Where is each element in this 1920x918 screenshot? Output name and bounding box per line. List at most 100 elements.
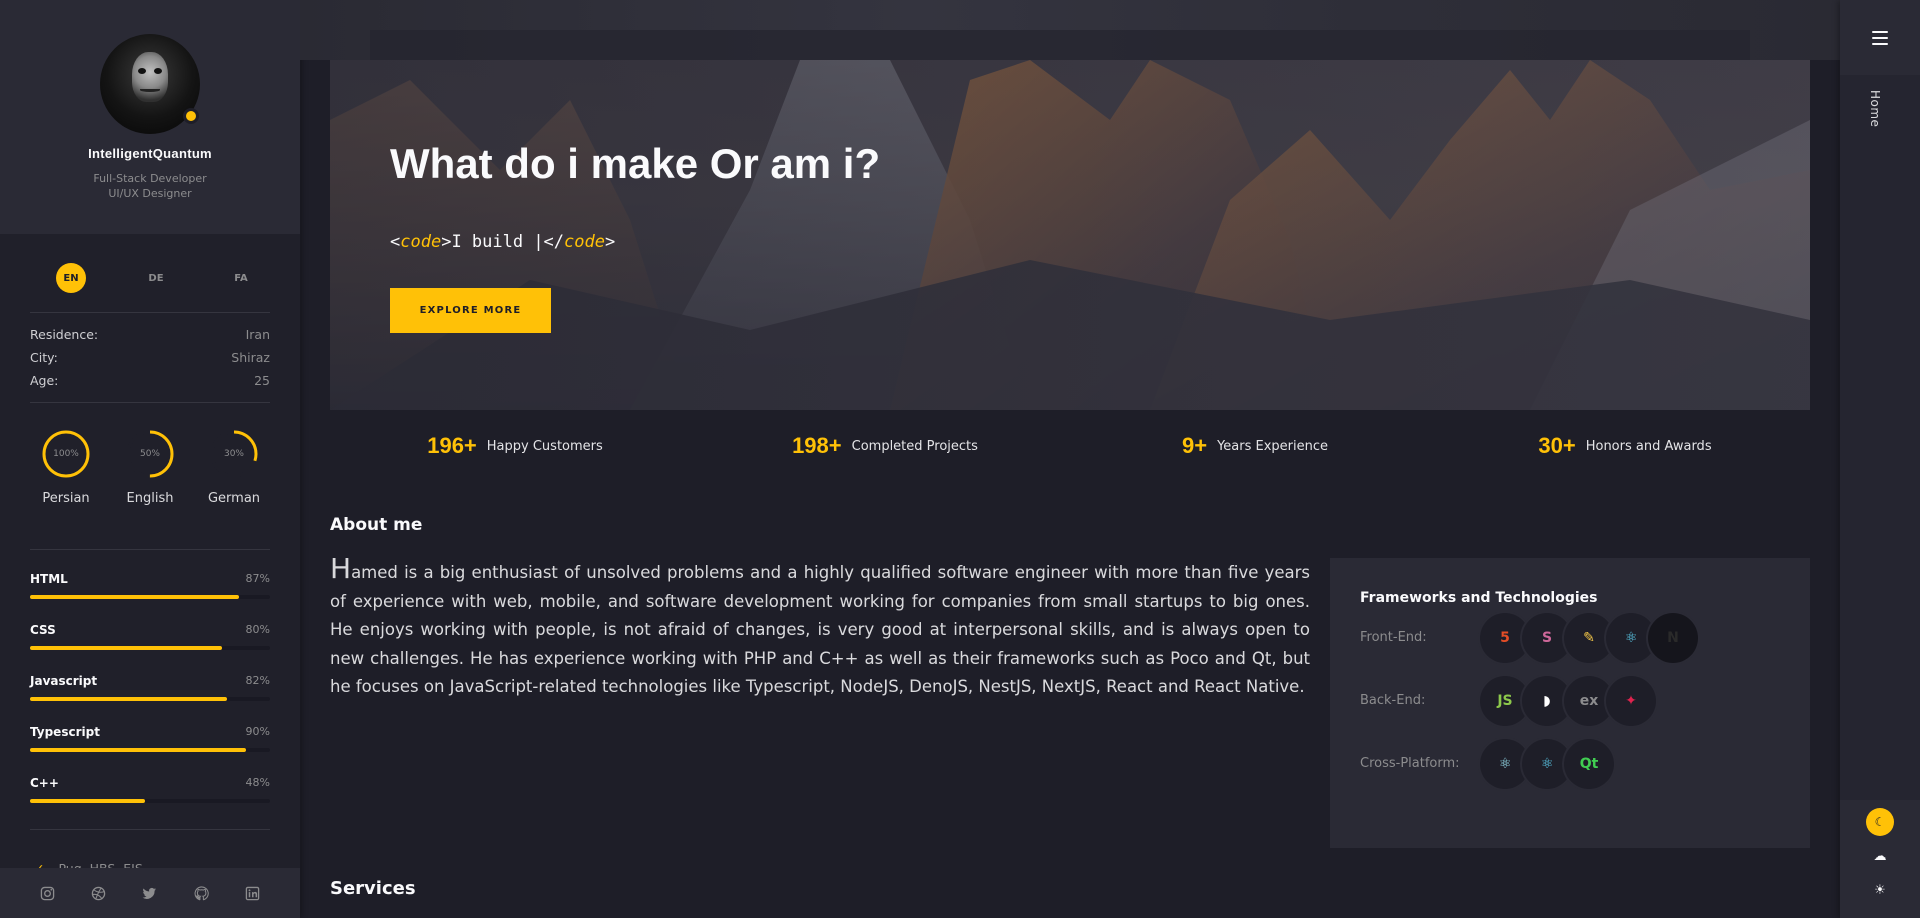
stat-number: 9+ <box>1181 433 1208 458</box>
divider <box>30 829 270 830</box>
moon-icon[interactable]: ☾ <box>1866 808 1894 836</box>
stat-number: 198+ <box>792 433 842 458</box>
ring-value: 50% <box>139 449 160 459</box>
info-value: Shiraz <box>231 350 270 365</box>
tech-row-frontend: Front-End: 5 S ✎ ⚛ N <box>1360 606 1780 669</box>
info-key: Residence: <box>30 327 99 342</box>
avatar[interactable] <box>100 34 200 134</box>
stat-item: 30+ Honors and Awards <box>1440 410 1810 482</box>
code-text: >I build |</ <box>441 232 565 252</box>
tech-row-label: Cross-Platform: <box>1360 756 1460 771</box>
main-content: What do i make Or am i? <code>I build |<… <box>300 0 1840 918</box>
stat-label: Happy Customers <box>486 438 603 454</box>
language-circle-persian: 100% Persian <box>32 429 100 539</box>
tech-row-label: Front-End: <box>1360 630 1427 645</box>
stat-label: Completed Projects <box>851 438 978 454</box>
code-tag: code <box>564 232 605 252</box>
skill-name: HTML <box>30 572 68 586</box>
ring-value: 30% <box>223 449 244 459</box>
language-circle-german: 30% German <box>200 429 268 539</box>
code-bracket: < <box>390 232 401 252</box>
info-key: Age: <box>30 373 59 388</box>
sun-icon[interactable]: ☀ <box>1866 876 1894 904</box>
info-row-city: City: Shiraz <box>30 346 270 369</box>
stat-item: 196+ Happy Customers <box>330 410 700 482</box>
nextjs-icon[interactable]: N <box>1648 612 1698 663</box>
skill-bar-track <box>30 697 270 701</box>
profile-role-line: Full-Stack Developer <box>93 172 207 185</box>
skill-bar-track <box>30 646 270 650</box>
tech-row-label: Back-End: <box>1360 693 1426 708</box>
social-links <box>0 868 300 918</box>
github-icon[interactable] <box>192 884 210 902</box>
tech-icons: JS ◗ ex ✦ <box>1480 675 1656 726</box>
profile-name: IntelligentQuantum <box>88 146 212 161</box>
stat-label: Years Experience <box>1217 438 1329 454</box>
language-switcher: EN DE FA <box>30 234 270 302</box>
language-label: Persian <box>42 491 90 506</box>
skill-bar-fill <box>30 595 239 599</box>
code-bracket: > <box>604 232 616 252</box>
stat-number: 30+ <box>1538 433 1576 458</box>
skill-bar-track <box>30 748 270 752</box>
skill-name: Typescript <box>30 725 100 739</box>
skill-percent: 48% <box>245 776 270 789</box>
nestjs-icon[interactable]: ✦ <box>1606 675 1656 726</box>
skill-percent: 80% <box>245 623 270 636</box>
ring-value: 100% <box>53 449 79 459</box>
skills-list: HTML 87% CSS 80% Javascript 82% Typescript 9… <box>30 560 270 815</box>
language-circle-english: 50% English <box>116 429 184 539</box>
stat-label: Honors and Awards <box>1585 438 1712 454</box>
skill-bar-fill <box>30 799 146 803</box>
linkedin-icon[interactable] <box>243 884 261 902</box>
online-status-dot <box>183 108 199 124</box>
stat-item: 9+ Years Experience <box>1070 410 1440 482</box>
qt-icon[interactable]: Qt <box>1564 738 1614 789</box>
right-rail: Home ☾ ☁ ☀ <box>1840 0 1920 918</box>
profile-role-line: UI/UX Designer <box>108 187 192 200</box>
avatar-face <box>132 52 168 102</box>
progress-ring: 30% <box>209 429 259 479</box>
lang-button-fa[interactable]: FA <box>226 263 256 293</box>
code-tag: code <box>400 232 442 252</box>
skill-item: C++ 48% <box>30 764 270 815</box>
skill-percent: 82% <box>245 674 270 687</box>
hamburger-icon[interactable] <box>1872 30 1888 45</box>
dribbble-icon[interactable] <box>90 884 108 902</box>
cloud-icon[interactable]: ☁ <box>1866 842 1894 870</box>
tech-icons: 5 S ✎ ⚛ N <box>1480 612 1698 663</box>
skill-item: Javascript 82% <box>30 662 270 713</box>
about-heading: About me <box>330 515 423 535</box>
skill-percent: 90% <box>245 725 270 738</box>
theme-switcher: ☾ ☁ ☀ <box>1840 800 1920 918</box>
skill-bar-track <box>30 799 270 803</box>
explore-more-button[interactable]: EXPLORE MORE <box>390 288 551 333</box>
top-strip <box>370 30 1750 60</box>
sidebar-body: EN DE FA Residence: Iran City: Shiraz Ag… <box>0 234 300 882</box>
language-label: German <box>207 491 261 506</box>
stat-number: 196+ <box>427 433 477 458</box>
info-value: 25 <box>254 373 270 388</box>
info-list: Residence: Iran City: Shiraz Age: 25 <box>30 323 270 392</box>
avatar-eye <box>154 68 162 74</box>
skill-name: C++ <box>30 776 59 790</box>
about-paragraph: Hamed is a big enthusiast of unsolved pr… <box>330 552 1310 697</box>
avatar-mouth <box>140 88 160 92</box>
menu-toggle[interactable] <box>1840 0 1920 75</box>
avatar-eye <box>138 68 146 74</box>
frameworks-title: Frameworks and Technologies <box>1360 590 1598 606</box>
info-value: Iran <box>245 327 270 342</box>
tech-icons: ⚛ ⚛ Qt <box>1480 738 1614 789</box>
lang-button-en[interactable]: EN <box>56 263 86 293</box>
instagram-icon[interactable] <box>39 884 57 902</box>
lang-button-de[interactable]: DE <box>141 263 171 293</box>
skill-bar-fill <box>30 646 222 650</box>
skill-item: CSS 80% <box>30 611 270 662</box>
current-section-label[interactable]: Home <box>1868 90 1882 127</box>
stat-item: 198+ Completed Projects <box>700 410 1070 482</box>
divider <box>30 312 270 313</box>
twitter-icon[interactable] <box>141 884 159 902</box>
skill-bar-track <box>30 595 270 599</box>
progress-ring: 100% <box>41 429 91 479</box>
hero-banner: What do i make Or am i? <code>I build |<… <box>330 60 1810 410</box>
